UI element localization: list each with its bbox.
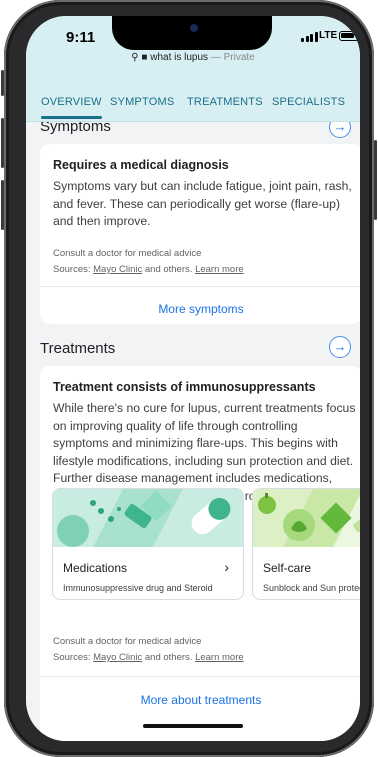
learn-more-link[interactable]: Learn more <box>195 652 244 663</box>
symptoms-sources: Sources: Mayo Clinic and others. Learn m… <box>53 264 244 275</box>
mute-switch <box>1 70 4 96</box>
volume-up-button <box>1 118 4 168</box>
mayo-clinic-link[interactable]: Mayo Clinic <box>93 652 142 663</box>
lock-icon: ■ <box>141 52 148 63</box>
main-content: Symptoms → Requires a medical diagnosis … <box>26 122 360 741</box>
more-treatments-link[interactable]: More about treatments <box>40 693 360 707</box>
treatments-heading: Treatment consists of immunosuppressants <box>53 380 316 394</box>
browser-header: 9:11 LTE ⚲ ■ what is lupus — Private <box>26 16 360 82</box>
symptoms-section-title: Symptoms <box>40 122 111 135</box>
phone-frame: 9:11 LTE ⚲ ■ what is lupus — Private OVE… <box>1 0 377 757</box>
address-bar[interactable]: ⚲ ■ what is lupus — Private <box>26 52 360 63</box>
knowledge-tabs: OVERVIEW SYMPTOMS TREATMENTS SPECIALISTS <box>26 82 360 122</box>
home-indicator[interactable] <box>143 724 243 728</box>
symptoms-arrow-icon[interactable]: → <box>329 122 351 138</box>
battery-icon <box>339 31 359 41</box>
symptoms-card: Requires a medical diagnosis Symptoms va… <box>40 144 360 324</box>
symptoms-heading: Requires a medical diagnosis <box>53 158 229 172</box>
tab-overview[interactable]: OVERVIEW <box>41 96 102 119</box>
volume-down-button <box>1 180 4 230</box>
tab-treatments[interactable]: TREATMENTS <box>187 96 263 108</box>
tab-symptoms[interactable]: SYMPTOMS <box>110 96 174 108</box>
chevron-right-icon: › <box>224 559 229 575</box>
symptoms-disclaimer: Consult a doctor for medical advice <box>53 248 202 259</box>
learn-more-link[interactable]: Learn more <box>195 264 244 275</box>
phone-notch <box>112 16 272 50</box>
tab-specialists[interactable]: SPECIALISTS <box>272 96 345 108</box>
medications-illustration <box>53 489 243 547</box>
divider <box>40 676 360 677</box>
mayo-clinic-link[interactable]: Mayo Clinic <box>93 264 142 275</box>
phone-screen: 9:11 LTE ⚲ ■ what is lupus — Private OVE… <box>26 16 360 741</box>
self-care-title: Self-care <box>263 561 312 575</box>
signal-icon <box>301 32 318 42</box>
self-care-tile[interactable]: Self-care Sunblock and Sun protection <box>252 488 360 600</box>
divider <box>40 286 360 287</box>
treatments-arrow-icon[interactable]: → <box>329 336 351 358</box>
treatments-section-title: Treatments <box>40 340 116 357</box>
medications-title: Medications <box>63 561 128 575</box>
self-care-illustration <box>253 489 360 547</box>
treatments-sources: Sources: Mayo Clinic and others. Learn m… <box>53 652 244 663</box>
power-button <box>374 140 377 220</box>
medications-tile[interactable]: Medications › Immunosuppressive drug and… <box>52 488 244 600</box>
network-label: LTE <box>319 30 338 41</box>
self-care-subtitle: Sunblock and Sun protection <box>263 583 360 593</box>
treatments-card: Treatment consists of immunosuppressants… <box>40 366 360 741</box>
more-symptoms-link[interactable]: More symptoms <box>40 302 360 316</box>
search-icon: ⚲ <box>131 52 139 63</box>
address-query: what is lupus <box>150 52 209 63</box>
private-mode-label: — Private <box>210 52 255 63</box>
treatments-disclaimer: Consult a doctor for medical advice <box>53 636 202 647</box>
medications-subtitle: Immunosuppressive drug and Steroid <box>63 583 213 593</box>
front-camera <box>190 24 198 32</box>
status-time: 9:11 <box>66 29 96 46</box>
symptoms-body: Symptoms vary but can include fatigue, j… <box>53 179 352 228</box>
